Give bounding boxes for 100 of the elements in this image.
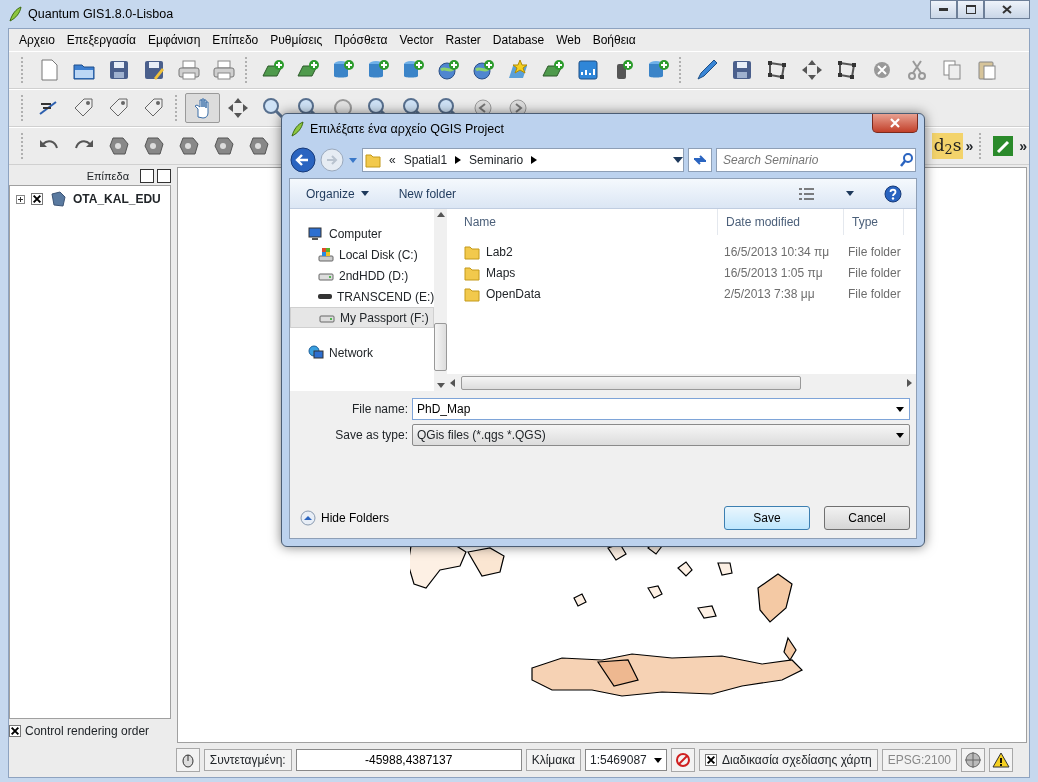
recent-dropdown-icon[interactable] xyxy=(348,156,358,164)
zoom-icon[interactable] xyxy=(260,96,285,120)
scroll-up-icon[interactable] xyxy=(436,212,445,217)
layer-name[interactable]: OTA_KAL_EDU xyxy=(73,190,161,208)
shape-icon[interactable] xyxy=(106,134,131,158)
print-icon[interactable] xyxy=(176,58,201,82)
render-checkbox[interactable] xyxy=(705,754,717,766)
file-name-text[interactable]: OpenData xyxy=(486,284,541,303)
dropdown-icon[interactable] xyxy=(673,157,683,163)
coordinate-field[interactable]: -45988,4387137 xyxy=(295,749,522,771)
chart-layer-icon[interactable] xyxy=(575,58,600,82)
warning-icon xyxy=(992,752,1010,768)
file-name-text[interactable]: Maps xyxy=(486,263,516,282)
breadcrumb-overflow[interactable]: « xyxy=(389,151,396,169)
file-type: File folder xyxy=(847,264,901,282)
nav-item[interactable]: TRANSCEND (E:) xyxy=(290,286,435,307)
scale-value: 1:5469087 xyxy=(590,752,647,769)
layer-checkbox[interactable] xyxy=(31,193,43,205)
close-panel-button[interactable] xyxy=(157,169,171,183)
app-logo-icon xyxy=(8,6,22,22)
back-button[interactable] xyxy=(290,147,316,173)
menu-item[interactable]: Αρχειο xyxy=(13,31,61,49)
scale-combobox[interactable]: 1:5469087 xyxy=(585,749,667,771)
menu-item[interactable]: Εμφάνιση xyxy=(141,31,207,49)
add-globe-icon[interactable] xyxy=(470,58,495,82)
messages-button[interactable] xyxy=(989,748,1013,772)
coordinate-toggle-button[interactable] xyxy=(175,748,200,772)
dialog-button[interactable]: Cancel xyxy=(824,506,910,530)
address-bar[interactable]: « Spatial1 Seminario xyxy=(362,148,684,172)
rendering-order-checkbox[interactable] xyxy=(9,725,21,737)
nav-item[interactable]: Network xyxy=(290,342,435,363)
close-icon xyxy=(1002,5,1012,14)
shape-icon[interactable] xyxy=(211,134,236,158)
column-header[interactable]: Type xyxy=(844,209,904,235)
search-box[interactable]: Search Seminario xyxy=(716,148,916,172)
print-icon[interactable] xyxy=(211,58,236,82)
scroll-left-icon[interactable] xyxy=(450,378,455,387)
menu-item[interactable]: Database xyxy=(486,31,551,49)
nav-item[interactable]: Computer xyxy=(290,223,435,244)
menu-item[interactable]: Επίπεδο xyxy=(206,31,265,49)
file-type: File folder xyxy=(847,243,901,261)
menu-item[interactable]: Raster xyxy=(439,31,487,49)
plugin-icon[interactable]: d$_{2}$s xyxy=(931,133,964,159)
close-button[interactable] xyxy=(872,114,918,133)
menu-item[interactable]: Βοήθεια xyxy=(586,31,642,49)
scale-label: Κλίμακα xyxy=(525,749,581,771)
menu-item[interactable]: Πρόσθετα xyxy=(328,31,394,49)
minimize-button[interactable] xyxy=(930,0,957,19)
toolbar-button[interactable]: New folder xyxy=(398,184,457,203)
collapse-icon xyxy=(300,510,316,526)
add-globe-icon[interactable] xyxy=(435,58,460,82)
expand-icon[interactable] xyxy=(16,194,25,204)
file-name-text[interactable]: Lab2 xyxy=(486,242,513,261)
scrollbar[interactable] xyxy=(446,374,916,391)
toolbar-button[interactable]: Organize xyxy=(306,184,369,203)
maximize-button[interactable] xyxy=(957,0,984,19)
nav-item[interactable]: Local Disk (C:) xyxy=(290,244,435,265)
pencil-icon[interactable] xyxy=(694,58,719,82)
hide-folders-button[interactable]: Hide Folders xyxy=(300,509,390,527)
scroll-right-icon[interactable] xyxy=(907,378,912,387)
menu-item[interactable]: Web xyxy=(550,31,587,49)
caret-icon[interactable] xyxy=(846,191,854,196)
toolbar-overflow-button[interactable]: » xyxy=(963,135,976,157)
app-logo-icon xyxy=(290,121,304,137)
breadcrumb-item[interactable]: Spatial1 xyxy=(403,151,448,169)
search-icon[interactable] xyxy=(899,152,915,168)
dialog-button[interactable]: Save xyxy=(724,506,810,530)
dropdown-icon[interactable] xyxy=(896,406,904,412)
toolbar-overflow-button[interactable]: » xyxy=(1017,135,1029,157)
projection-button[interactable] xyxy=(961,748,985,772)
file-type-select[interactable]: QGis files (*.qgs *.QGS) xyxy=(412,424,910,446)
brush-icon[interactable] xyxy=(991,134,1016,158)
menu-item[interactable]: Επεξεργασία xyxy=(60,31,142,49)
chevron-icon[interactable] xyxy=(455,156,462,164)
help-icon[interactable] xyxy=(884,184,902,203)
search-field[interactable]: Search Seminario xyxy=(717,150,899,170)
refresh-button[interactable] xyxy=(688,148,712,172)
shape-icon[interactable] xyxy=(141,134,166,158)
float-button[interactable] xyxy=(140,169,154,183)
shape-icon[interactable] xyxy=(176,134,201,158)
scroll-down-icon[interactable] xyxy=(436,383,445,388)
shape-icon[interactable] xyxy=(246,134,271,158)
breadcrumb-item[interactable]: Seminario xyxy=(469,151,524,169)
polygon-layer-icon xyxy=(49,190,67,208)
folder-icon xyxy=(464,264,480,281)
menu-item[interactable]: Vector xyxy=(393,31,440,49)
stop-render-button[interactable] xyxy=(671,748,695,772)
column-header[interactable]: Name xyxy=(446,209,718,235)
nav-item[interactable]: My Passport (F:) xyxy=(290,307,435,328)
view-list-icon[interactable] xyxy=(798,186,816,201)
chevron-icon[interactable] xyxy=(531,156,538,164)
scrollbar[interactable] xyxy=(434,209,448,391)
checkbox-label: Διαδικασία σχεδίασης χάρτη xyxy=(722,752,872,769)
menu-item[interactable]: Ρυθμίσεις xyxy=(264,31,329,49)
field-label: Save as type: xyxy=(334,427,409,444)
nav-item[interactable]: 2ndHDD (D:) xyxy=(290,265,435,286)
column-header[interactable]: Date modified xyxy=(718,209,844,235)
dropdown-icon xyxy=(896,432,904,438)
windows-drive-icon xyxy=(318,246,334,263)
close-button[interactable] xyxy=(984,0,1030,19)
